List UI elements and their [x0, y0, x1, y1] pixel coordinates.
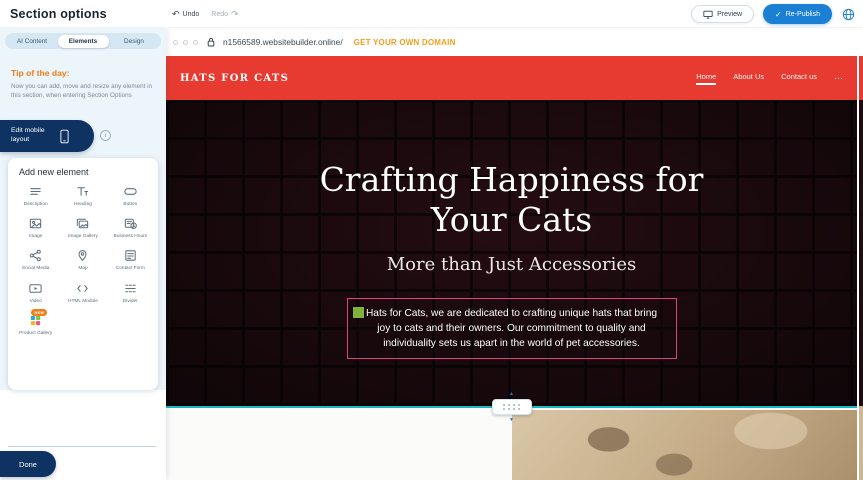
- new-badge: NEW: [31, 309, 47, 316]
- monitor-icon: [703, 10, 713, 19]
- preview-label: Preview: [717, 11, 742, 18]
- share-icon: [25, 248, 47, 263]
- preview-button[interactable]: Preview: [691, 5, 754, 23]
- resize-arrow-down-icon: ▼: [166, 418, 857, 423]
- hero-title: Crafting Happiness for Your Cats: [302, 160, 722, 241]
- resize-arrow-up-icon: ▲: [166, 392, 857, 397]
- element-item-image[interactable]: Image: [13, 216, 58, 240]
- element-grid: Description Heading Button Image Image G…: [13, 184, 153, 337]
- topbar: Section options ↶ Undo Redo ↷ Preview ✓ …: [0, 0, 863, 28]
- element-item-video[interactable]: Video: [13, 281, 58, 305]
- redo-label: Redo: [211, 11, 228, 18]
- text-lines-icon: [25, 184, 47, 199]
- nav-item-about[interactable]: About Us: [733, 72, 764, 85]
- site-preview: n1566589.websitebuilder.online/ GET YOUR…: [166, 28, 863, 480]
- video-icon: [25, 281, 47, 296]
- hero-paragraph-selected[interactable]: Hats for Cats, we are dedicated to craft…: [347, 298, 677, 360]
- tip-heading: Tip of the day:: [11, 68, 156, 78]
- element-drag-handle[interactable]: [353, 307, 364, 318]
- window-dot: [183, 40, 188, 45]
- element-item-html-module[interactable]: HTML Module: [60, 281, 105, 305]
- map-pin-icon: [72, 248, 94, 263]
- element-item-business-hours[interactable]: Business Hours: [108, 216, 153, 240]
- element-item-map[interactable]: Map: [60, 248, 105, 272]
- sidebar-tabs: AI Content Elements Design: [5, 33, 161, 49]
- handle-dots: [503, 404, 520, 406]
- hero-content: Crafting Happiness for Your Cats More th…: [166, 100, 857, 406]
- tip-of-the-day: Tip of the day: Now you can add, move an…: [11, 68, 156, 101]
- undo-redo-group: ↶ Undo Redo ↷: [172, 0, 239, 28]
- hero-subtitle: More than Just Accessories: [387, 254, 637, 275]
- tip-body: Now you can add, move and resize any ele…: [11, 82, 156, 101]
- edit-mobile-label: Edit mobile layout: [11, 127, 53, 145]
- undo-label: Undo: [183, 11, 200, 18]
- image-icon: [25, 216, 47, 231]
- browser-bar: n1566589.websitebuilder.online/ GET YOUR…: [166, 28, 857, 56]
- add-element-panel: Add new element Description Heading Butt…: [8, 158, 158, 390]
- add-element-title: Add new element: [19, 167, 153, 177]
- window-dot: [173, 40, 178, 45]
- info-icon[interactable]: i: [100, 130, 111, 141]
- element-item-image-gallery[interactable]: Image Gallery: [60, 216, 105, 240]
- site-nav: Home About Us Contact us ⋯: [696, 72, 843, 85]
- edit-mobile-layout-button[interactable]: Edit mobile layout: [0, 120, 94, 152]
- tab-ai-content[interactable]: AI Content: [7, 35, 58, 48]
- site-url: n1566589.websitebuilder.online/: [223, 37, 343, 47]
- language-globe-button[interactable]: [841, 7, 855, 21]
- undo-icon: ↶: [172, 10, 180, 19]
- element-item-product-gallery[interactable]: NEW Product Gallery: [13, 313, 58, 337]
- get-domain-link[interactable]: GET YOUR OWN DOMAIN: [354, 38, 456, 47]
- check-icon: ✓: [775, 10, 782, 19]
- heading-icon: [72, 184, 94, 199]
- app-window: Section options ↶ Undo Redo ↷ Preview ✓ …: [0, 0, 863, 480]
- nav-item-contact[interactable]: Contact us: [781, 72, 817, 85]
- undo-button[interactable]: ↶ Undo: [172, 10, 199, 19]
- site-header: Hats for Cats Home About Us Contact us ⋯: [166, 56, 857, 100]
- image-gallery-icon: [72, 216, 94, 231]
- element-item-social-media[interactable]: Social Media: [13, 248, 58, 272]
- contact-form-icon: [119, 248, 141, 263]
- page-edge-strip: [857, 28, 863, 480]
- lock-icon: [207, 37, 215, 47]
- element-item-heading[interactable]: Heading: [60, 184, 105, 208]
- page-title: Section options: [10, 7, 107, 21]
- done-button[interactable]: Done: [0, 451, 56, 477]
- button-icon: [119, 184, 141, 199]
- section-resize-handle[interactable]: [492, 399, 532, 415]
- site-logo[interactable]: Hats for Cats: [180, 73, 289, 84]
- business-hours-icon: [119, 216, 141, 231]
- code-icon: [72, 281, 94, 296]
- hero-paragraph-text: Hats for Cats, we are dedicated to craft…: [366, 308, 657, 350]
- element-item-contact-form[interactable]: Contact Form: [108, 248, 153, 272]
- topbar-actions: Preview ✓ Re-Publish: [691, 0, 855, 28]
- hero-section: Crafting Happiness for Your Cats More th…: [166, 100, 857, 406]
- sidebar: AI Content Elements Design Tip of the da…: [0, 28, 166, 480]
- republish-button[interactable]: ✓ Re-Publish: [763, 4, 832, 24]
- nav-item-home[interactable]: Home: [696, 72, 716, 85]
- element-item-description[interactable]: Description: [13, 184, 58, 208]
- republish-label: Re-Publish: [786, 11, 820, 18]
- tab-elements[interactable]: Elements: [58, 35, 109, 48]
- tab-design[interactable]: Design: [109, 35, 160, 48]
- globe-icon: [842, 8, 855, 21]
- mobile-phone-icon: [60, 129, 69, 144]
- window-dot: [193, 40, 198, 45]
- redo-button[interactable]: Redo ↷: [211, 10, 238, 19]
- redo-icon: ↷: [231, 10, 239, 19]
- element-item-button[interactable]: Button: [108, 184, 153, 208]
- sidebar-divider: [8, 446, 156, 447]
- divider-icon: [119, 281, 141, 296]
- element-item-divider[interactable]: Divider: [108, 281, 153, 305]
- handle-dots: [503, 408, 520, 410]
